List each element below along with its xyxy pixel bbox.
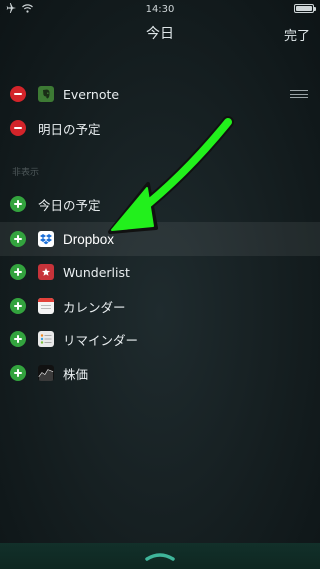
widget-row-dropbox[interactable]: Dropbox xyxy=(0,222,320,256)
widget-row-wunderlist[interactable]: Wunderlist xyxy=(0,255,320,289)
reorder-handle[interactable] xyxy=(290,90,308,98)
add-widget-button[interactable] xyxy=(10,231,26,247)
widget-row-tomorrow[interactable]: 明日の予定 xyxy=(0,111,320,145)
wunderlist-icon xyxy=(38,264,54,280)
widget-row-calendar[interactable]: カレンダー xyxy=(0,289,320,323)
widget-label: 今日の予定 xyxy=(38,197,101,213)
widget-label: カレンダー xyxy=(63,299,126,315)
add-widget-button[interactable] xyxy=(10,331,26,347)
widget-row-evernote[interactable]: Evernote xyxy=(0,77,320,111)
page-title: 今日 xyxy=(146,26,174,42)
section-header: 非表示 xyxy=(12,168,40,178)
evernote-icon xyxy=(38,86,54,102)
reminders-icon xyxy=(38,331,54,347)
bottom-grabber-bar[interactable] xyxy=(0,543,320,569)
done-button[interactable]: 完了 xyxy=(284,25,310,44)
battery-icon xyxy=(294,4,316,13)
add-widget-button[interactable] xyxy=(10,264,26,280)
widget-label: Dropbox xyxy=(63,231,115,247)
add-widget-button[interactable] xyxy=(10,196,26,212)
widget-label: Evernote xyxy=(63,86,120,102)
widget-row-today[interactable]: 今日の予定 xyxy=(0,187,320,221)
status-time: 14:30 xyxy=(145,3,175,15)
widget-label: リマインダー xyxy=(63,332,139,348)
airplane-mode-icon xyxy=(6,3,16,13)
remove-widget-button[interactable] xyxy=(10,120,26,136)
dropbox-icon xyxy=(38,231,54,247)
wifi-icon xyxy=(22,3,33,13)
calendar-icon xyxy=(38,298,54,314)
add-widget-button[interactable] xyxy=(10,365,26,381)
add-widget-button[interactable] xyxy=(10,298,26,314)
widget-label: 明日の予定 xyxy=(38,121,101,137)
widget-row-reminders[interactable]: リマインダー xyxy=(0,322,320,356)
navigation-bar: 今日 完了 xyxy=(0,18,320,48)
chevron-up-icon[interactable] xyxy=(145,552,175,561)
remove-widget-button[interactable] xyxy=(10,86,26,102)
status-indicators xyxy=(6,3,33,13)
widget-row-stocks[interactable]: 株価 xyxy=(0,356,320,390)
status-bar: 14:30 xyxy=(0,0,320,18)
stocks-icon xyxy=(38,365,54,381)
widget-label: 株価 xyxy=(63,366,89,382)
widget-label: Wunderlist xyxy=(63,264,130,280)
